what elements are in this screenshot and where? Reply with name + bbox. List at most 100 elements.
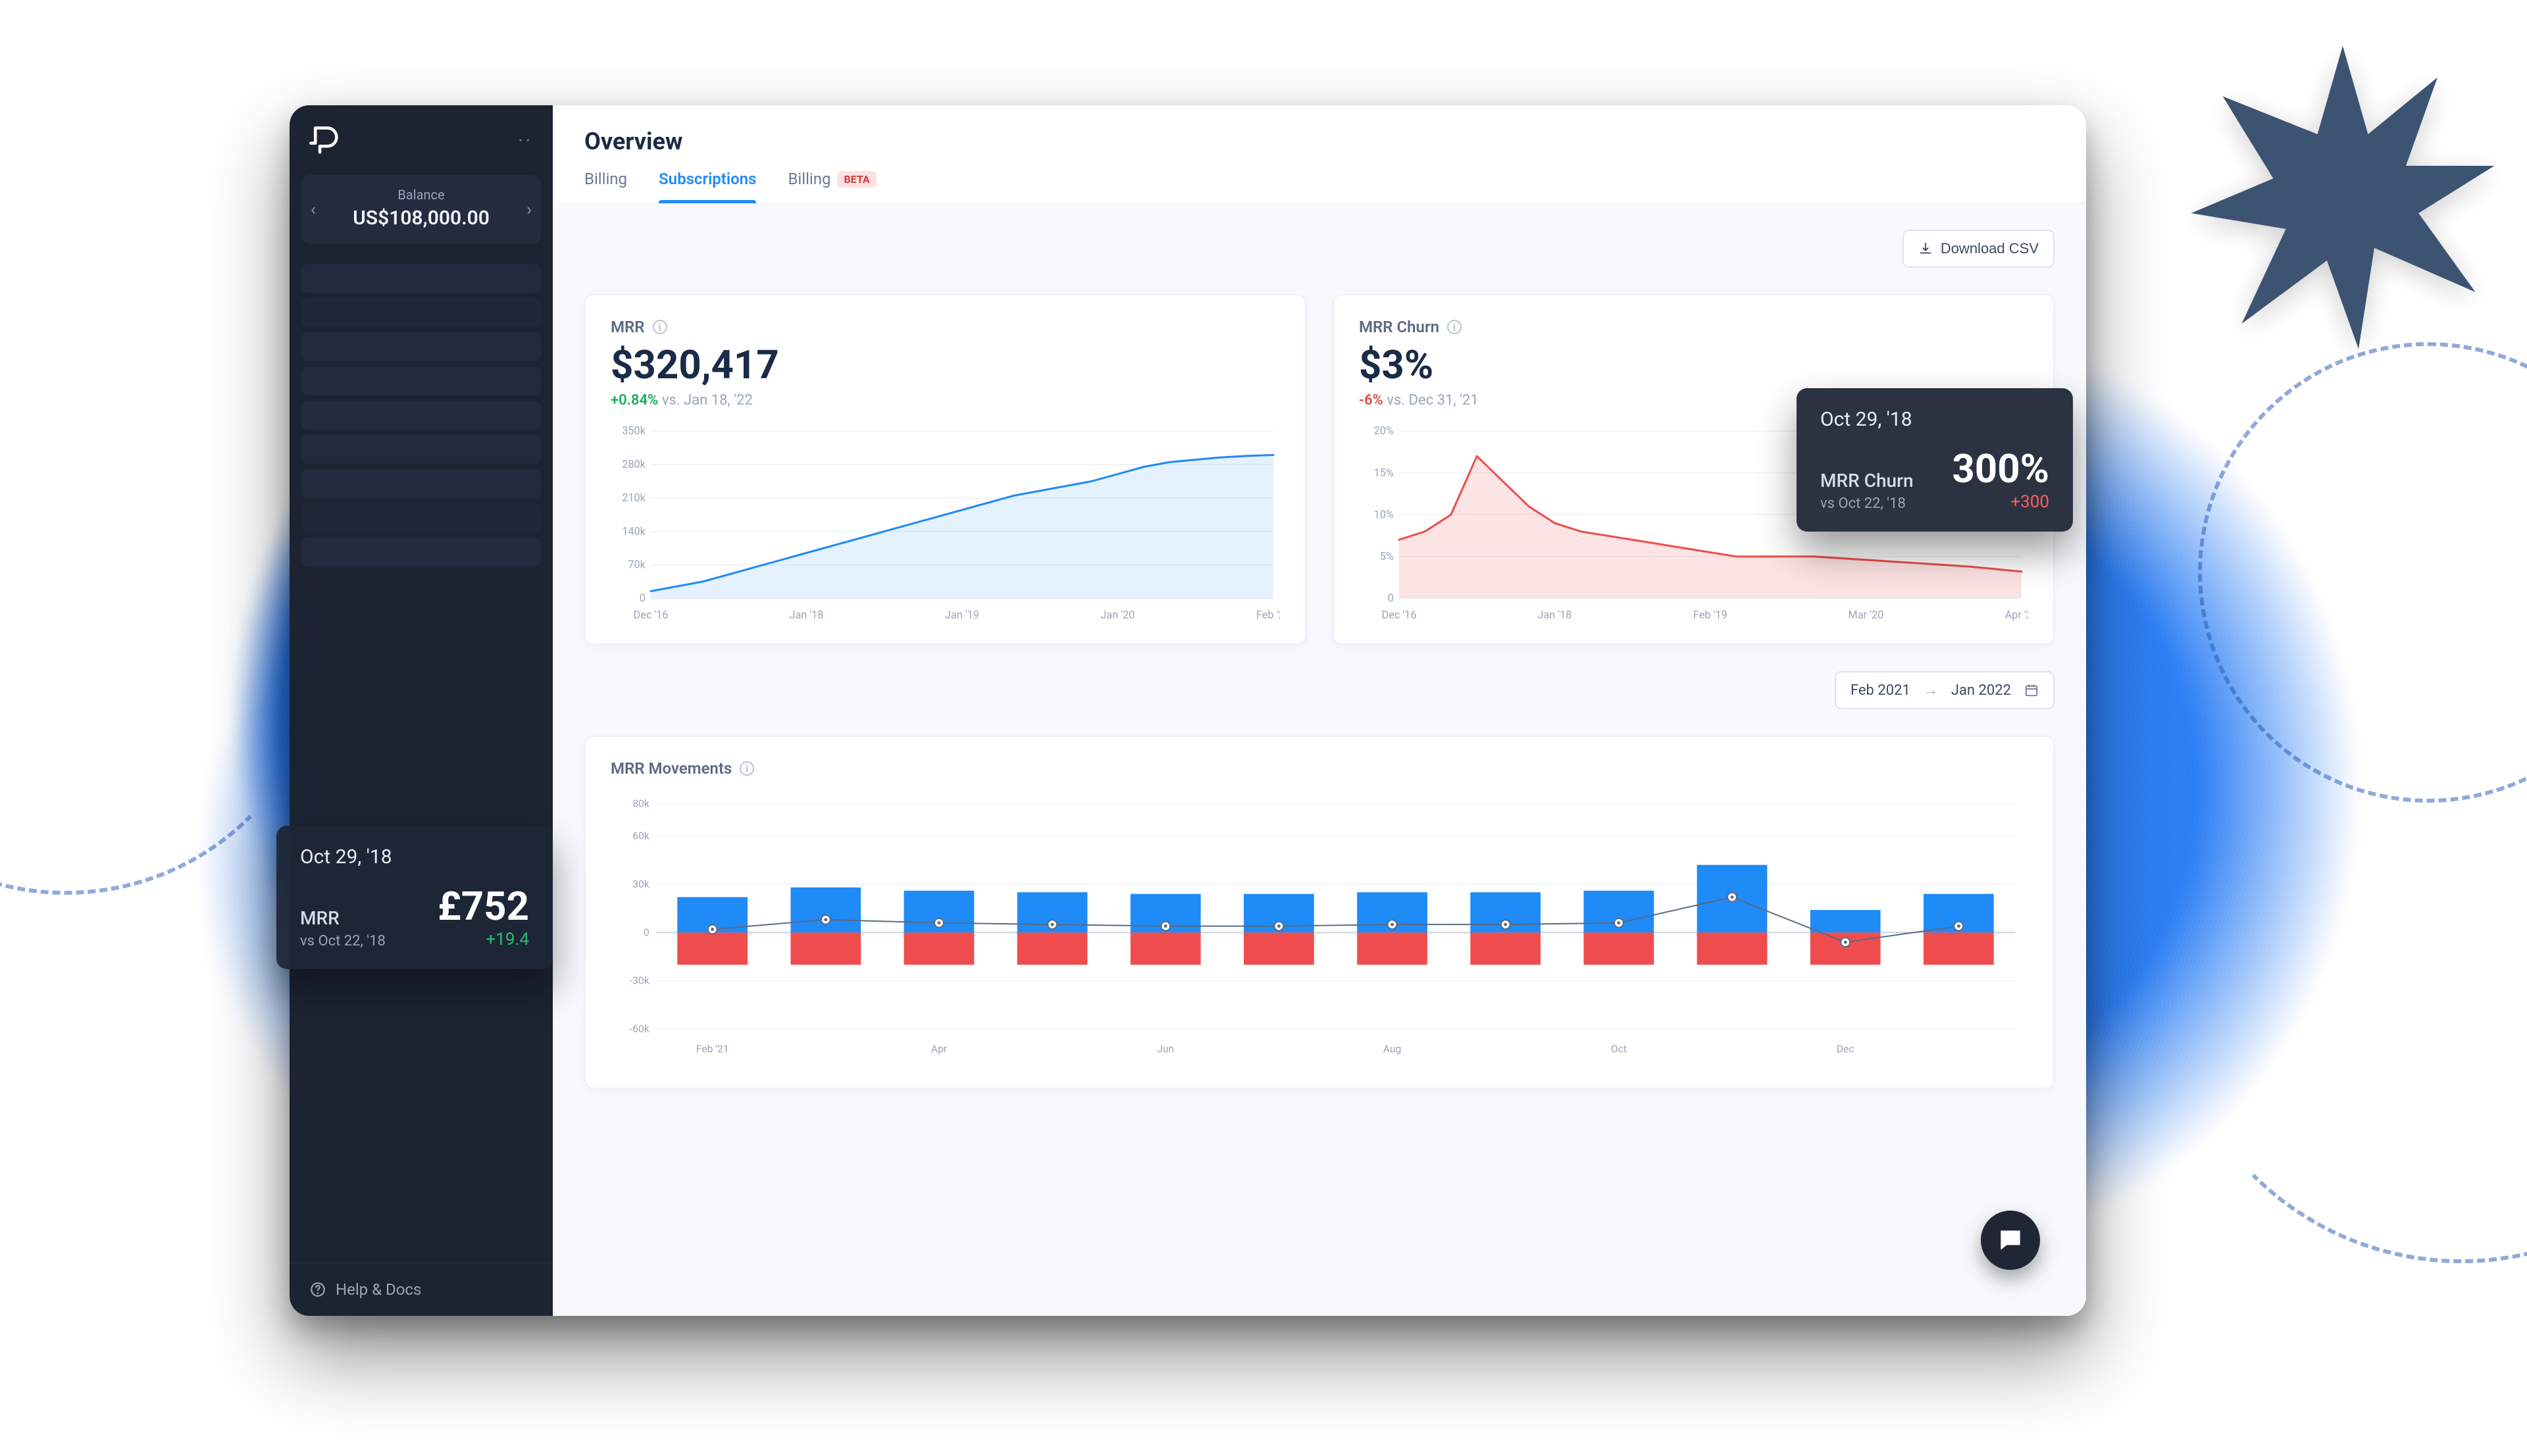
card-title: MRR (611, 318, 645, 336)
sidebar-item[interactable] (301, 401, 541, 430)
sidebar-nav (290, 257, 553, 573)
svg-text:Dec '16: Dec '16 (1382, 609, 1417, 621)
arrow-right-icon: → (1924, 682, 1938, 699)
sidebar-more-icon[interactable]: ·· (518, 130, 533, 151)
svg-text:Jan '18: Jan '18 (789, 609, 823, 621)
chat-icon (1996, 1226, 2025, 1255)
help-docs-link[interactable]: Help & Docs (290, 1263, 553, 1316)
balance-value: US$108,000.00 (311, 207, 532, 230)
beta-badge: BETA (837, 171, 876, 188)
svg-text:Jan '18: Jan '18 (1537, 609, 1571, 621)
tooltip-date: Oct 29, '18 (1820, 408, 2049, 431)
app-logo-icon (309, 125, 340, 155)
date-range-picker[interactable]: Feb 2021 → Jan 2022 (1835, 671, 2055, 709)
tooltip-value: 300% (1952, 445, 2049, 492)
chart-mrr: 350k 280k 210k 140k 70k 0 Dec '16 Jan '18 Jan '1… (611, 424, 1280, 625)
tooltip-mrr: Oct 29, '18 MRR vs Oct 22, '18 £752 +19.… (276, 826, 553, 969)
download-csv-button[interactable]: Download CSV (1902, 230, 2055, 268)
sidebar-item[interactable] (301, 503, 541, 532)
tab-subscriptions[interactable]: Subscriptions (659, 170, 756, 203)
tab-billing-beta[interactable]: Billing BETA (788, 170, 876, 203)
sidebar-item[interactable] (301, 298, 541, 327)
content: Download CSV MRR i $320,417 +0.84% (553, 203, 2086, 1128)
svg-text:30k: 30k (632, 878, 650, 890)
app-window: ·· ‹ Balance US$108,000.00 › (290, 105, 2086, 1316)
card-mrr: MRR i $320,417 +0.84% vs. Jan 18, '22 35… (584, 294, 1306, 645)
svg-text:0: 0 (640, 591, 646, 604)
sidebar-item[interactable] (301, 366, 541, 395)
tooltip-label: MRR Churn (1820, 470, 1914, 491)
delta-vs: vs. Dec 31, '21 (1387, 392, 1478, 409)
tooltip-vs: vs Oct 22, '18 (1820, 495, 1914, 512)
help-icon (309, 1281, 326, 1298)
chat-button[interactable] (1981, 1211, 2040, 1270)
sidebar-item[interactable] (301, 435, 541, 464)
svg-text:Feb '21: Feb '21 (696, 1043, 729, 1055)
starburst-icon (2185, 39, 2501, 355)
tabs: Billing Subscriptions Billing BETA (584, 170, 2055, 203)
tooltip-label: MRR (300, 907, 386, 929)
svg-text:Jun: Jun (1157, 1043, 1174, 1055)
delta-value: +0.84% (611, 392, 658, 409)
balance-label: Balance (311, 187, 532, 203)
card-value: $320,417 (611, 341, 1280, 388)
help-docs-label: Help & Docs (336, 1280, 421, 1299)
svg-text:Aug: Aug (1383, 1043, 1402, 1055)
svg-text:140k: 140k (622, 525, 646, 538)
download-icon (1918, 241, 1933, 256)
info-icon[interactable]: i (740, 761, 754, 776)
svg-text:280k: 280k (622, 458, 646, 470)
delta-value: -6% (1359, 392, 1383, 409)
tooltip-value: £752 (438, 883, 529, 930)
svg-text:Apr '21: Apr '21 (2005, 609, 2028, 621)
svg-text:210k: 210k (622, 491, 646, 504)
card-mrr-movements: MRR Movements i 80k 60k 30k 0 -30k -60k Feb '2… (584, 736, 2055, 1089)
chevron-right-icon[interactable]: › (526, 200, 532, 220)
info-icon[interactable]: i (653, 320, 667, 334)
sidebar-item[interactable] (301, 332, 541, 361)
chevron-left-icon[interactable]: ‹ (311, 200, 316, 220)
sidebar-item[interactable] (301, 469, 541, 498)
svg-text:Mar '20: Mar '20 (1849, 609, 1884, 621)
card-title: MRR Movements (611, 759, 732, 778)
svg-text:5%: 5% (1380, 550, 1394, 563)
svg-text:15%: 15% (1374, 466, 1394, 479)
svg-text:Jan '19: Jan '19 (945, 609, 979, 621)
page-title: Overview (584, 128, 2055, 155)
svg-text:0: 0 (644, 926, 650, 938)
card-title: MRR Churn (1359, 318, 1439, 336)
tooltip-vs: vs Oct 22, '18 (300, 933, 386, 949)
delta-vs: vs. Jan 18, '22 (662, 392, 753, 409)
calendar-icon (2024, 683, 2039, 697)
balance-card: ‹ Balance US$108,000.00 › (301, 175, 541, 244)
tooltip-date: Oct 29, '18 (300, 845, 529, 868)
main-header: Overview Billing Subscriptions Billing B… (553, 105, 2086, 203)
date-range-to: Jan 2022 (1951, 682, 2011, 699)
svg-text:20%: 20% (1374, 424, 1394, 437)
info-icon[interactable]: i (1447, 320, 1462, 334)
chart-mrr-movements: 80k 60k 30k 0 -30k -60k Feb '21 Apr Jun Aug Oct Dec (611, 791, 2028, 1061)
svg-text:350k: 350k (622, 424, 646, 437)
tooltip-delta: +300 (1952, 492, 2049, 512)
svg-text:Oct: Oct (1611, 1043, 1627, 1055)
sidebar-item[interactable] (301, 538, 541, 566)
svg-text:-60k: -60k (630, 1022, 650, 1035)
svg-text:80k: 80k (632, 797, 650, 810)
svg-text:60k: 60k (632, 830, 650, 842)
svg-text:Jan '20: Jan '20 (1100, 609, 1135, 621)
svg-text:Feb '19: Feb '19 (1693, 609, 1727, 621)
svg-text:Apr: Apr (931, 1043, 948, 1055)
card-value: $3% (1359, 341, 2028, 388)
tooltip-delta: +19.4 (438, 930, 529, 949)
svg-text:Dec: Dec (1837, 1043, 1854, 1055)
svg-text:Dec '16: Dec '16 (634, 609, 669, 621)
sidebar: ·· ‹ Balance US$108,000.00 › (290, 105, 553, 1316)
tab-billing[interactable]: Billing (584, 170, 627, 203)
svg-text:10%: 10% (1374, 508, 1394, 520)
svg-text:0: 0 (1388, 591, 1394, 604)
svg-text:Feb '21: Feb '21 (1256, 609, 1280, 621)
tooltip-mrr-churn: Oct 29, '18 MRR Churn vs Oct 22, '18 300… (1797, 388, 2073, 532)
svg-text:-30k: -30k (630, 974, 650, 987)
sidebar-item[interactable] (301, 264, 541, 293)
svg-text:70k: 70k (628, 559, 646, 571)
